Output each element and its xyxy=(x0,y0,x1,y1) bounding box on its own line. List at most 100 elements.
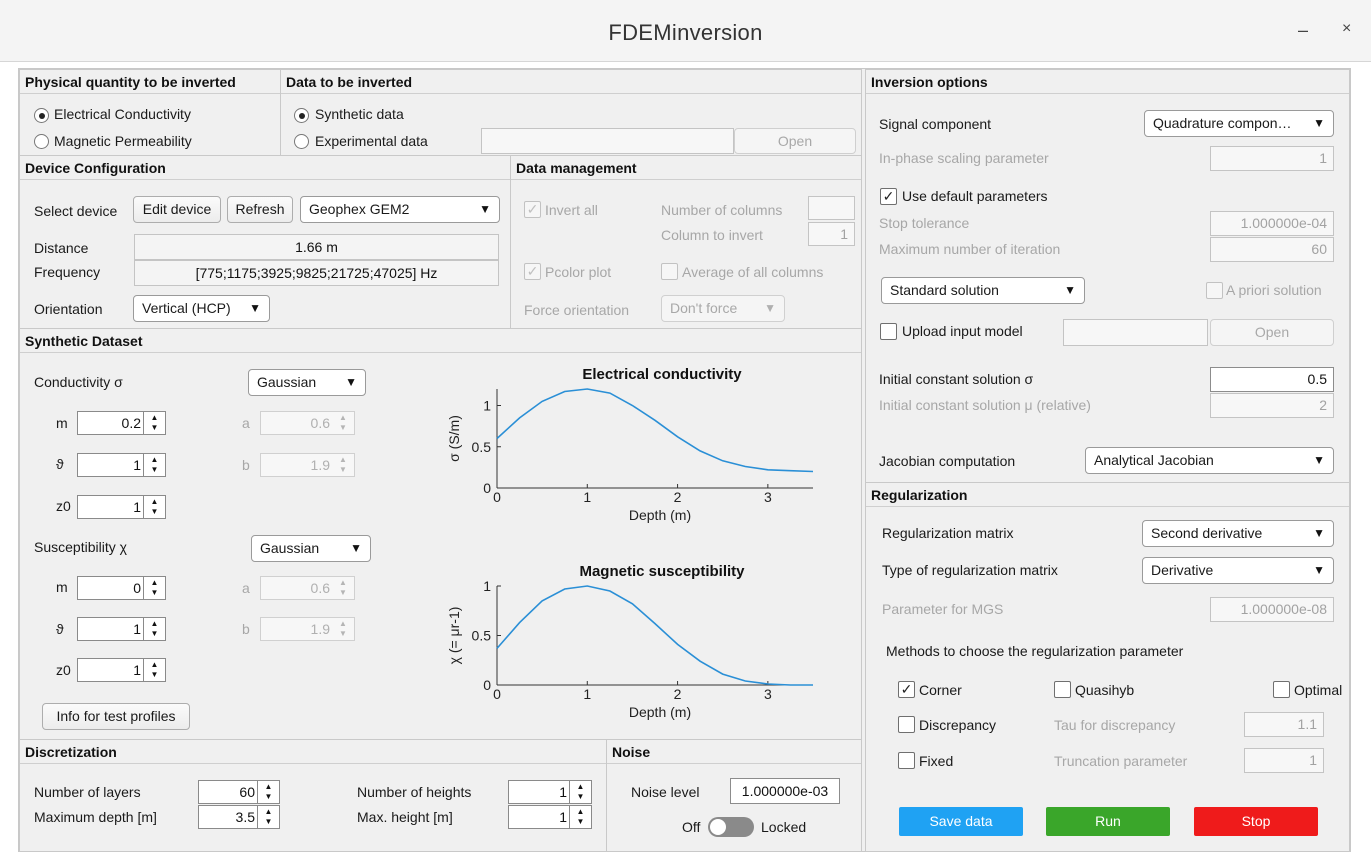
spinner-arrows-icon[interactable]: ▲ ▼ xyxy=(143,454,165,476)
data-to-invert-panel: Data to be inverted Synthetic data Exper… xyxy=(280,69,862,156)
open-model-button[interactable]: Open xyxy=(1210,319,1334,346)
susceptibility-m-spinner[interactable]: 0 ▲ ▼ xyxy=(77,576,166,600)
device-dropdown[interactable]: Geophex GEM2 ▼ xyxy=(300,196,500,223)
susceptibility-a-spinner[interactable]: 0.6 ▲ ▼ xyxy=(260,576,355,600)
apriori-solution-checkbox[interactable] xyxy=(1206,282,1223,299)
number-of-layers-spinner[interactable]: 60 ▲ ▼ xyxy=(198,780,280,804)
edit-device-button[interactable]: Edit device xyxy=(133,196,221,223)
inphase-scaling-field[interactable]: 1 xyxy=(1210,146,1334,171)
physical-quantity-panel: Physical quantity to be inverted Electri… xyxy=(19,69,281,156)
optimal-checkbox[interactable] xyxy=(1273,681,1290,698)
run-button[interactable]: Run xyxy=(1046,807,1170,836)
initial-mu-field[interactable]: 2 xyxy=(1210,393,1334,418)
column-to-invert-field[interactable]: 1 xyxy=(808,222,855,246)
y-tick-label: 0.5 xyxy=(472,628,492,644)
regularization-type-dropdown[interactable]: Derivative ▼ xyxy=(1142,557,1334,584)
invert-all-checkbox[interactable]: ✓ xyxy=(524,201,541,218)
noise-toggle-switch[interactable] xyxy=(708,817,754,837)
spinner-arrows-icon[interactable]: ▲ ▼ xyxy=(569,806,591,828)
orientation-dropdown[interactable]: Vertical (HCP) ▼ xyxy=(133,295,270,322)
default-parameters-checkbox[interactable]: ✓ xyxy=(880,188,897,205)
spinner-arrows-icon[interactable]: ▲ ▼ xyxy=(332,618,354,640)
spinner-arrows-icon[interactable]: ▲ ▼ xyxy=(257,781,279,803)
spinner-arrows-icon[interactable]: ▲ ▼ xyxy=(332,412,354,434)
spinner-arrows-icon[interactable]: ▲ ▼ xyxy=(332,577,354,599)
jacobian-dropdown[interactable]: Analytical Jacobian ▼ xyxy=(1085,447,1334,474)
number-of-layers-label: Number of layers xyxy=(34,784,141,800)
device-configuration-header: Device Configuration xyxy=(20,156,510,180)
spinner-arrows-icon[interactable]: ▲ ▼ xyxy=(143,577,165,599)
spinner-arrows-icon[interactable]: ▲ ▼ xyxy=(257,806,279,828)
truncation-field[interactable]: 1 xyxy=(1244,748,1324,773)
force-orientation-value: Don't force xyxy=(670,300,738,316)
magnetic-permeability-label: Magnetic Permeability xyxy=(54,133,192,149)
z0-label: z0 xyxy=(56,498,71,514)
susceptibility-profile-dropdown[interactable]: Gaussian ▼ xyxy=(251,535,371,562)
m-label: m xyxy=(56,415,68,431)
stop-tolerance-field[interactable]: 1.000000e-04 xyxy=(1210,211,1334,236)
number-of-heights-spinner[interactable]: 1 ▲ ▼ xyxy=(508,780,592,804)
tau-field[interactable]: 1.1 xyxy=(1244,712,1324,737)
max-height-spinner[interactable]: 1 ▲ ▼ xyxy=(508,805,592,829)
spinner-arrows-icon[interactable]: ▲ ▼ xyxy=(569,781,591,803)
a-label: a xyxy=(242,580,250,596)
pcolor-plot-label: Pcolor plot xyxy=(545,264,612,280)
truncation-label: Truncation parameter xyxy=(1054,753,1188,769)
discretization-header: Discretization xyxy=(20,740,606,764)
susceptibility-b-spinner[interactable]: 1.9 ▲ ▼ xyxy=(260,617,355,641)
spinner-arrows-icon[interactable]: ▲ ▼ xyxy=(143,412,165,434)
save-data-button[interactable]: Save data xyxy=(899,807,1023,836)
conductivity-theta-spinner[interactable]: 1 ▲ ▼ xyxy=(77,453,166,477)
conductivity-a-spinner[interactable]: 0.6 ▲ ▼ xyxy=(260,411,355,435)
experimental-data-radio[interactable] xyxy=(294,134,309,149)
discrepancy-checkbox[interactable] xyxy=(898,716,915,733)
synthetic-data-radio[interactable] xyxy=(294,108,309,123)
conductivity-z0-spinner[interactable]: 1 ▲ ▼ xyxy=(77,495,166,519)
refresh-button[interactable]: Refresh xyxy=(227,196,293,223)
max-height-label: Max. height [m] xyxy=(357,809,453,825)
info-test-profiles-button[interactable]: Info for test profiles xyxy=(42,703,190,730)
mgs-parameter-field[interactable]: 1.000000e-08 xyxy=(1210,597,1334,622)
spinner-arrows-icon[interactable]: ▲ ▼ xyxy=(143,659,165,681)
x-axis-label: Depth (m) xyxy=(629,704,691,720)
max-iteration-field[interactable]: 60 xyxy=(1210,237,1334,262)
conductivity-m-spinner[interactable]: 0.2 ▲ ▼ xyxy=(77,411,166,435)
spinner-arrows-icon[interactable]: ▲ ▼ xyxy=(332,454,354,476)
force-orientation-dropdown[interactable]: Don't force ▼ xyxy=(661,295,785,322)
open-experimental-button[interactable]: Open xyxy=(734,128,856,154)
susceptibility-theta-spinner[interactable]: 1 ▲ ▼ xyxy=(77,617,166,641)
conductivity-b-spinner[interactable]: 1.9 ▲ ▼ xyxy=(260,453,355,477)
upload-model-checkbox[interactable] xyxy=(880,323,897,340)
regularization-type-value: Derivative xyxy=(1151,562,1214,578)
minimize-button[interactable]: – xyxy=(1298,20,1308,41)
regularization-matrix-dropdown[interactable]: Second derivative ▼ xyxy=(1142,520,1334,547)
signal-component-dropdown[interactable]: Quadrature compon… ▼ xyxy=(1144,110,1334,137)
maximum-depth-spinner[interactable]: 3.5 ▲ ▼ xyxy=(198,805,280,829)
conductivity-profile-dropdown[interactable]: Gaussian ▼ xyxy=(248,369,366,396)
quasihyb-checkbox[interactable] xyxy=(1054,681,1071,698)
solution-type-dropdown[interactable]: Standard solution ▼ xyxy=(881,277,1085,304)
orientation-label: Orientation xyxy=(34,301,103,317)
spinner-arrows-icon[interactable]: ▲ ▼ xyxy=(143,496,165,518)
fixed-checkbox[interactable] xyxy=(898,752,915,769)
noise-level-input[interactable]: 1.000000e-03 xyxy=(730,778,840,804)
magnetic-permeability-radio[interactable] xyxy=(34,134,49,149)
y-axis-label: χ (= μr-1) xyxy=(446,607,462,665)
quasihyb-label: Quasihyb xyxy=(1075,682,1135,698)
average-columns-checkbox[interactable] xyxy=(661,263,678,280)
upload-model-field[interactable] xyxy=(1063,319,1208,346)
initial-sigma-input[interactable]: 0.5 xyxy=(1210,367,1334,392)
spinner-value: 1 xyxy=(133,621,141,637)
stop-button[interactable]: Stop xyxy=(1194,807,1318,836)
pcolor-plot-checkbox[interactable]: ✓ xyxy=(524,263,541,280)
electrical-conductivity-radio[interactable] xyxy=(34,108,49,123)
susceptibility-z0-spinner[interactable]: 1 ▲ ▼ xyxy=(77,658,166,682)
close-button[interactable]: × xyxy=(1342,20,1351,38)
experimental-file-field[interactable] xyxy=(481,128,734,154)
select-device-label: Select device xyxy=(34,203,118,219)
chevron-down-icon: ▼ xyxy=(1064,283,1076,297)
toggle-knob xyxy=(710,819,726,835)
corner-checkbox[interactable]: ✓ xyxy=(898,681,915,698)
a-label: a xyxy=(242,415,250,431)
spinner-arrows-icon[interactable]: ▲ ▼ xyxy=(143,618,165,640)
